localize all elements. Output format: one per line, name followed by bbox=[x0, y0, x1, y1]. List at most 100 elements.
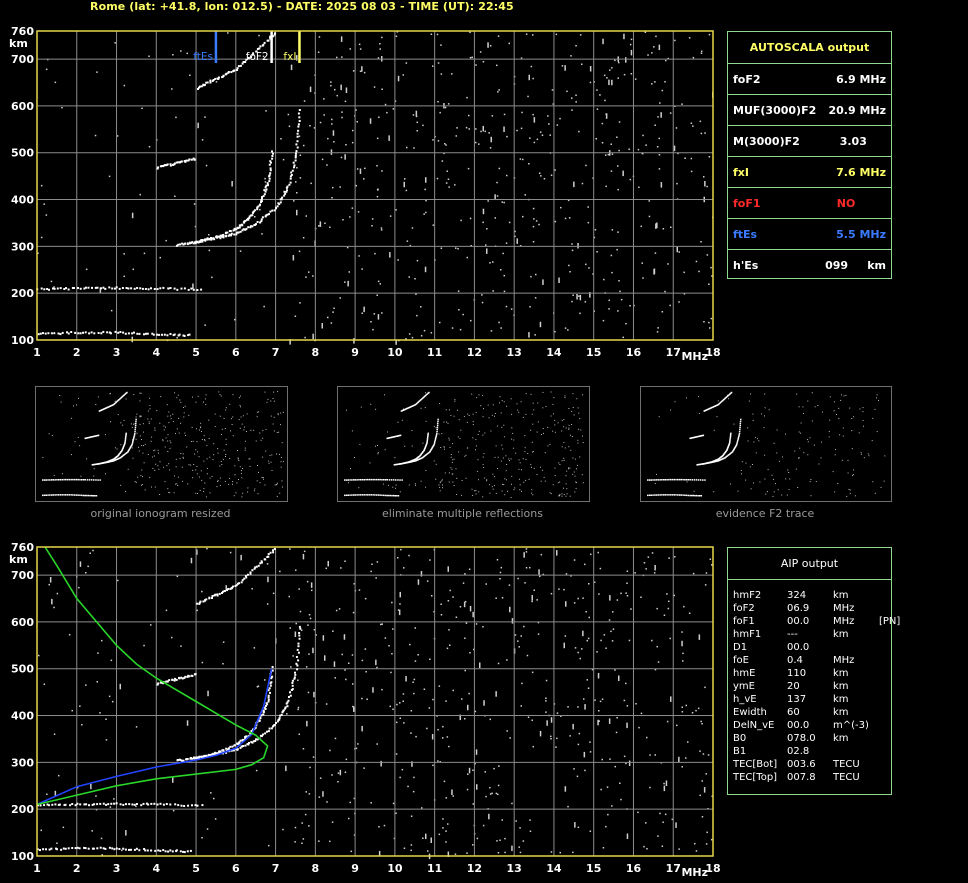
thumb-dot bbox=[220, 461, 222, 462]
noise-dot bbox=[602, 319, 605, 322]
aip-name: DelN_vE bbox=[733, 720, 775, 731]
thumb-dot bbox=[533, 409, 535, 411]
thumb-dot bbox=[576, 464, 578, 466]
noise-dot bbox=[521, 682, 523, 685]
noise-dot bbox=[344, 771, 347, 773]
thumb-dot bbox=[518, 478, 520, 480]
thumb-dot bbox=[225, 438, 227, 440]
noise-dot bbox=[668, 557, 670, 559]
noise-dot bbox=[556, 712, 559, 714]
thumb-dot bbox=[510, 458, 512, 460]
noise-dot bbox=[196, 609, 198, 612]
thumb-dot bbox=[764, 393, 766, 395]
trace-point bbox=[276, 205, 279, 208]
noise-dot bbox=[132, 268, 134, 271]
thumb-dot bbox=[230, 430, 231, 432]
trace-point bbox=[56, 848, 58, 851]
thumb-dot bbox=[820, 457, 822, 459]
noise-dot bbox=[423, 329, 426, 332]
thumb-dot bbox=[533, 467, 535, 469]
thumb-dot bbox=[565, 495, 567, 497]
noise-dot bbox=[428, 707, 431, 709]
thumb-dot bbox=[471, 393, 473, 395]
noise-dot bbox=[688, 37, 691, 39]
trace-point bbox=[175, 678, 178, 681]
noise-dot bbox=[590, 553, 592, 556]
thumb-dot bbox=[486, 479, 488, 481]
thumb-dot bbox=[713, 491, 715, 493]
noise-dot bbox=[455, 247, 457, 249]
noise-dot bbox=[451, 73, 453, 75]
noise-dot bbox=[403, 181, 405, 188]
thumb-dot bbox=[219, 465, 221, 467]
thumb-dot bbox=[494, 476, 496, 478]
x-tick-label: 13 bbox=[507, 346, 522, 359]
noise-dot bbox=[415, 115, 418, 118]
noise-dot bbox=[299, 154, 302, 156]
trace-point bbox=[263, 189, 266, 192]
thumb-dot bbox=[194, 453, 196, 455]
noise-dot bbox=[333, 661, 336, 667]
trace-point bbox=[119, 803, 122, 806]
noise-dot bbox=[312, 647, 314, 654]
thumb-dot bbox=[139, 416, 141, 418]
thumb-dot bbox=[472, 495, 474, 496]
thumb-dot bbox=[815, 481, 817, 482]
noise-dot bbox=[489, 262, 491, 264]
trace-point bbox=[199, 600, 202, 603]
thumb-point bbox=[135, 418, 137, 421]
trace-point bbox=[262, 713, 265, 716]
trace-point bbox=[144, 288, 147, 290]
noise-dot bbox=[399, 603, 401, 605]
noise-dot bbox=[358, 43, 361, 46]
noise-dot bbox=[605, 185, 607, 188]
noise-dot bbox=[465, 126, 468, 129]
thumb-dot bbox=[166, 465, 168, 467]
trace-point bbox=[183, 287, 186, 290]
noise-dot bbox=[445, 144, 447, 146]
thumb-dot bbox=[200, 470, 202, 472]
noise-dot bbox=[556, 737, 558, 740]
thumb-dot bbox=[188, 464, 190, 466]
trace-point bbox=[267, 730, 270, 733]
thumb-dot bbox=[740, 470, 742, 471]
thumb-dot bbox=[267, 398, 269, 400]
noise-dot bbox=[549, 134, 551, 136]
thumb-dot bbox=[444, 472, 446, 474]
noise-dot bbox=[290, 64, 293, 71]
noise-dot bbox=[706, 185, 708, 188]
noise-dot bbox=[172, 54, 174, 56]
thumb-dot bbox=[225, 407, 227, 409]
noise-dot bbox=[678, 848, 680, 850]
x-tick-label: 4 bbox=[152, 862, 160, 875]
noise-dot bbox=[523, 625, 525, 628]
thumb-dot bbox=[147, 418, 149, 420]
noise-dot bbox=[481, 301, 484, 304]
thumb-dot bbox=[142, 423, 144, 425]
thumb-dot bbox=[563, 419, 565, 421]
thumb-dot bbox=[60, 401, 62, 403]
noise-dot bbox=[374, 252, 376, 255]
trace-point bbox=[267, 184, 269, 187]
trace-point bbox=[205, 238, 208, 241]
noise-dot bbox=[135, 726, 138, 728]
noise-dot bbox=[430, 33, 433, 35]
thumb-dot bbox=[542, 428, 544, 429]
thumb-point bbox=[50, 479, 53, 481]
thumb-dot bbox=[153, 450, 155, 452]
thumb-point bbox=[730, 432, 732, 435]
noise-dot bbox=[658, 44, 661, 51]
noise-dot bbox=[353, 338, 355, 344]
thumb-point bbox=[739, 422, 742, 425]
noise-dot bbox=[210, 792, 212, 794]
trace-point bbox=[39, 804, 42, 807]
thumb-point bbox=[386, 494, 388, 497]
noise-dot bbox=[603, 74, 606, 77]
thumb-point bbox=[695, 494, 698, 497]
noise-dot bbox=[667, 263, 669, 265]
thumb-point bbox=[739, 420, 742, 423]
thumb-dot bbox=[553, 413, 555, 415]
noise-dot bbox=[431, 734, 434, 740]
thumb-point bbox=[57, 479, 60, 481]
noise-dot bbox=[588, 583, 590, 585]
